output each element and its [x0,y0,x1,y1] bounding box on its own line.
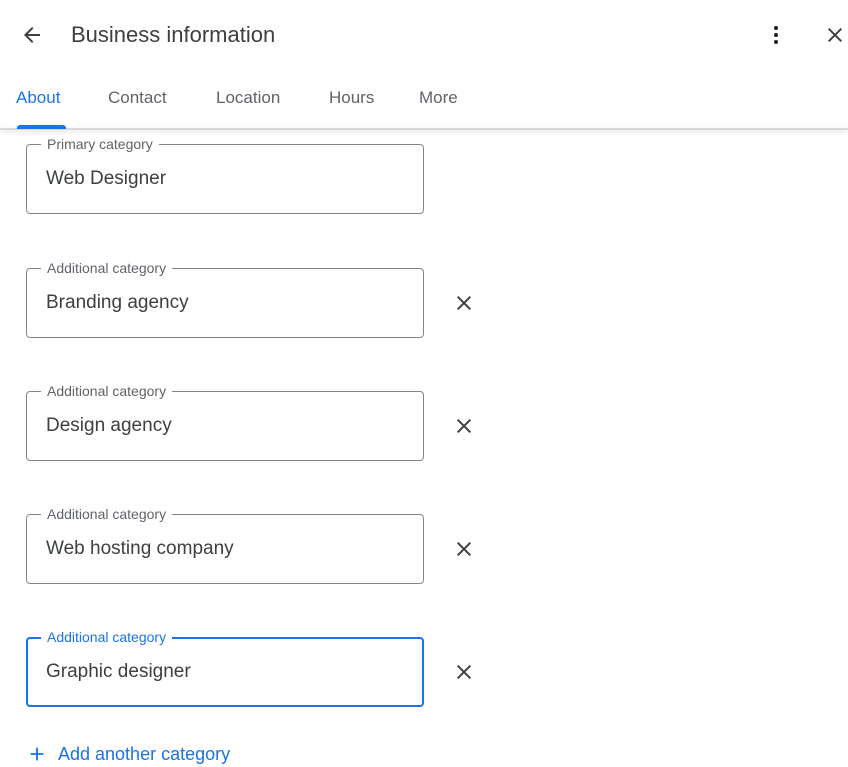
additional-category-field[interactable]: Additional category [26,382,424,461]
tabs-divider [0,128,848,130]
field-label: Additional category [41,259,173,277]
additional-category-input[interactable] [46,414,406,438]
primary-category-input[interactable] [46,167,406,191]
field-label: Additional category [41,382,173,400]
close-icon [457,419,471,433]
add-category-label: Add another category [58,744,231,764]
remove-category-button[interactable] [446,654,482,690]
remove-category-button[interactable] [446,408,482,444]
tab-hours[interactable]: Hours [329,87,374,109]
additional-category-input[interactable] [46,291,406,315]
close-icon [828,28,842,42]
additional-category-field-focused[interactable]: Additional category [26,628,424,707]
additional-category-input[interactable] [46,660,406,684]
field-label: Primary category [41,135,159,153]
tab-bar: About Contact Location Hours More [0,70,848,129]
more-vert-icon [774,26,778,44]
active-tab-indicator [17,125,66,129]
primary-category-field[interactable]: Primary category [26,135,424,214]
tab-contact[interactable]: Contact [108,87,167,109]
back-button[interactable] [14,17,50,53]
tab-about[interactable]: About [16,87,60,109]
close-button[interactable] [817,17,848,53]
close-icon [457,665,471,679]
field-label: Additional category [41,505,173,523]
close-icon [457,542,471,556]
additional-category-input[interactable] [46,537,406,561]
arrow-left-icon [24,27,40,43]
close-icon [457,296,471,310]
additional-category-field[interactable]: Additional category [26,505,424,584]
remove-category-button[interactable] [446,531,482,567]
add-category-button[interactable]: Add another category [26,742,230,766]
tab-more[interactable]: More [419,87,458,109]
field-label: Additional category [41,628,173,646]
remove-category-button[interactable] [446,285,482,321]
plus-icon [26,743,48,765]
tab-location[interactable]: Location [216,87,280,109]
more-options-button[interactable] [758,17,794,53]
dialog-header: Business information [0,0,848,70]
additional-category-field[interactable]: Additional category [26,259,424,338]
page-title: Business information [71,22,276,47]
